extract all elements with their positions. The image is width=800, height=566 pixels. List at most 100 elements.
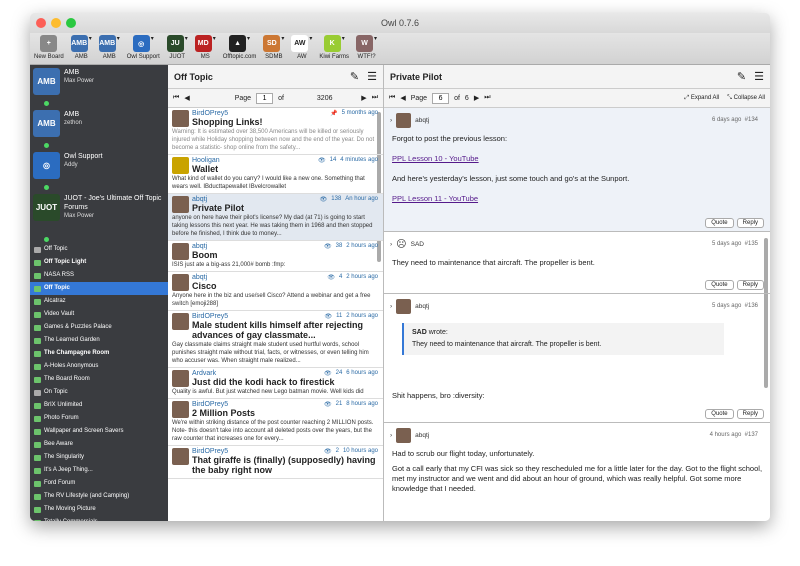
expand-all-button[interactable]: ⤢ Expand All (684, 95, 719, 102)
sidebar-item[interactable]: Off Topic (30, 243, 168, 256)
topic-title[interactable]: Boom (192, 250, 379, 260)
topic-row[interactable]: BirdOPrey5 Shopping Links! 📌 5 months ago Wa… (168, 108, 383, 155)
quote-button[interactable]: Quote (705, 409, 734, 419)
topic-row[interactable]: abqtj Cisco 👁 4 2 hours ago Anyone here in th… (168, 272, 383, 311)
toolbar-button[interactable]: SD ▾ SDMB (263, 35, 284, 60)
sidebar-item[interactable]: Wallpaper and Screen Savers (30, 425, 168, 438)
sidebar-item[interactable]: The RV Lifestyle (and Camping) (30, 490, 168, 503)
topic-row[interactable]: abqtj Private Pilot 👁 138 An hour ago anyone … (168, 194, 383, 241)
toolbar-button[interactable]: MD ▾ MS (194, 35, 216, 60)
forum-account[interactable]: AMB AMB Max Power (30, 65, 168, 107)
topic-row[interactable]: Ardvark Just did the kodi hack to firesti… (168, 368, 383, 399)
sidebar-item[interactable]: The Champagne Room (30, 347, 168, 360)
thread-options-icon[interactable]: ☰ (754, 70, 764, 83)
sidebar-item[interactable]: NASA RSS (30, 269, 168, 282)
forum-account[interactable]: JUOT JUOT - Joe's Ultimate Off Topic Foru… (30, 191, 168, 243)
topic-title[interactable]: That giraffe is (finally) (supposedly) h… (192, 455, 379, 475)
toolbar-button[interactable]: AMB ▾ AMB (98, 35, 120, 60)
topic-title[interactable]: 2 Million Posts (192, 408, 379, 418)
page-input[interactable] (432, 92, 450, 104)
dropdown-arrow-icon[interactable]: ▾ (281, 35, 284, 42)
prev-page-icon[interactable]: ◀ (400, 94, 405, 102)
reply-compose-icon[interactable]: ✎ (737, 70, 746, 83)
post-author[interactable]: abqtj (415, 432, 429, 439)
dropdown-arrow-icon[interactable]: ▾ (89, 35, 92, 42)
sidebar-item[interactable]: The Moving Picture (30, 503, 168, 516)
sidebar-item[interactable]: Totally Commercials (30, 516, 168, 521)
next-page-icon[interactable]: ▶ (361, 94, 366, 102)
sidebar-item[interactable]: The Learned Garden (30, 334, 168, 347)
sidebar-item[interactable]: A-Holes Anonymous (30, 360, 168, 373)
topic-title[interactable]: Male student kills himself after rejecti… (192, 320, 379, 340)
sidebar-item[interactable]: Photo Forum (30, 412, 168, 425)
post-author[interactable]: SAD (411, 241, 424, 248)
dropdown-arrow-icon[interactable]: ▾ (247, 35, 250, 42)
prev-page-icon[interactable]: ◀ (184, 94, 189, 102)
zoom-button[interactable] (66, 18, 76, 28)
topic-row[interactable]: BirdOPrey5 2 Million Posts 👁 21 8 hours ago W… (168, 399, 383, 446)
dropdown-arrow-icon[interactable]: ▾ (213, 35, 216, 42)
toolbar-button[interactable]: AMB ▾ AMB (70, 35, 92, 60)
toolbar-button[interactable]: ▲ ▾ Offtopic.com (223, 35, 256, 60)
topic-title[interactable]: Private Pilot (192, 203, 379, 213)
dropdown-arrow-icon[interactable]: ▾ (342, 35, 345, 42)
reply-button[interactable]: Reply (736, 280, 764, 290)
topic-title[interactable]: Cisco (192, 281, 379, 291)
dropdown-arrow-icon[interactable]: ▾ (151, 35, 154, 42)
forum-account[interactable]: AMB AMB zethon (30, 107, 168, 149)
quote-button[interactable]: Quote (705, 218, 734, 228)
next-page-icon[interactable]: ▶ (474, 94, 479, 102)
collapse-chevron-icon[interactable]: › (390, 303, 392, 310)
sidebar-item[interactable]: BrIX Unlimited (30, 399, 168, 412)
quote-button[interactable]: Quote (705, 280, 734, 290)
sidebar-item[interactable]: Bee Aware (30, 438, 168, 451)
sidebar-item[interactable]: Video Vault (30, 308, 168, 321)
dropdown-arrow-icon[interactable]: ▾ (374, 35, 377, 42)
topic-row[interactable]: Hooligan Wallet 👁 14 4 minutes ago What kind … (168, 155, 383, 194)
toolbar-button[interactable]: + New Board (34, 35, 64, 60)
collapse-all-button[interactable]: ⤡ Collapse All (727, 95, 765, 102)
collapse-chevron-icon[interactable]: › (390, 117, 392, 124)
sidebar-item[interactable]: It's A Jeep Thing... (30, 464, 168, 477)
page-input[interactable] (256, 92, 274, 104)
compose-icon[interactable]: ✎ (350, 70, 359, 83)
sidebar-item[interactable]: Off Topic (30, 282, 168, 295)
youtube-link[interactable]: PPL Lesson 11 - YouTube (392, 194, 478, 203)
collapse-chevron-icon[interactable]: › (390, 241, 392, 248)
post-author[interactable]: abqtj (415, 117, 429, 124)
youtube-link[interactable]: PPL Lesson 10 - YouTube (392, 154, 479, 163)
topic-title[interactable]: Wallet (192, 164, 379, 174)
first-page-icon[interactable]: ⏮ (389, 94, 395, 102)
topic-title[interactable]: Just did the kodi hack to firestick (192, 377, 379, 387)
post-author[interactable]: abqtj (415, 303, 429, 310)
reply-button[interactable]: Reply (736, 409, 764, 419)
sidebar-item[interactable]: The Singularity (30, 451, 168, 464)
close-button[interactable] (36, 18, 46, 28)
minimize-button[interactable] (51, 18, 61, 28)
topic-row[interactable]: BirdOPrey5 Male student kills himself aft… (168, 311, 383, 368)
sidebar-item[interactable]: Off Topic Light (30, 256, 168, 269)
collapse-chevron-icon[interactable]: › (390, 432, 392, 439)
sidebar-item[interactable]: On Topic (30, 386, 168, 399)
topic-row[interactable]: abqtj Boom 👁 38 2 hours ago ISIS just ate a b… (168, 241, 383, 272)
first-page-icon[interactable]: ⏮ (173, 94, 179, 102)
last-page-icon[interactable]: ⏭ (484, 94, 490, 102)
dropdown-arrow-icon[interactable]: ▾ (185, 35, 188, 42)
last-page-icon[interactable]: ⏭ (372, 94, 378, 102)
reply-button[interactable]: Reply (736, 218, 764, 228)
sidebar-item[interactable]: Ford Forum (30, 477, 168, 490)
list-options-icon[interactable]: ☰ (367, 70, 377, 83)
sidebar-item[interactable]: Alcatraz (30, 295, 168, 308)
topic-title[interactable]: Shopping Links! (192, 117, 379, 127)
toolbar-button[interactable]: AW ▾ AW (291, 35, 312, 60)
forum-account[interactable]: ◎ Owl Support Addy (30, 149, 168, 191)
toolbar-button[interactable]: ◎ ▾ Owl Support (127, 35, 160, 60)
toolbar-button[interactable]: JU ▾ JUOT (166, 35, 188, 60)
sidebar-item[interactable]: The Board Room (30, 373, 168, 386)
topic-row[interactable]: BirdOPrey5 That giraffe is (finally) (sup… (168, 446, 383, 479)
toolbar-button[interactable]: W ▾ WTF!? (356, 35, 377, 60)
toolbar-button[interactable]: K ▾ Kiwi Farms (319, 35, 349, 60)
sidebar-item[interactable]: Games & Puzzles Palace (30, 321, 168, 334)
dropdown-arrow-icon[interactable]: ▾ (309, 35, 312, 42)
dropdown-arrow-icon[interactable]: ▾ (117, 35, 120, 42)
